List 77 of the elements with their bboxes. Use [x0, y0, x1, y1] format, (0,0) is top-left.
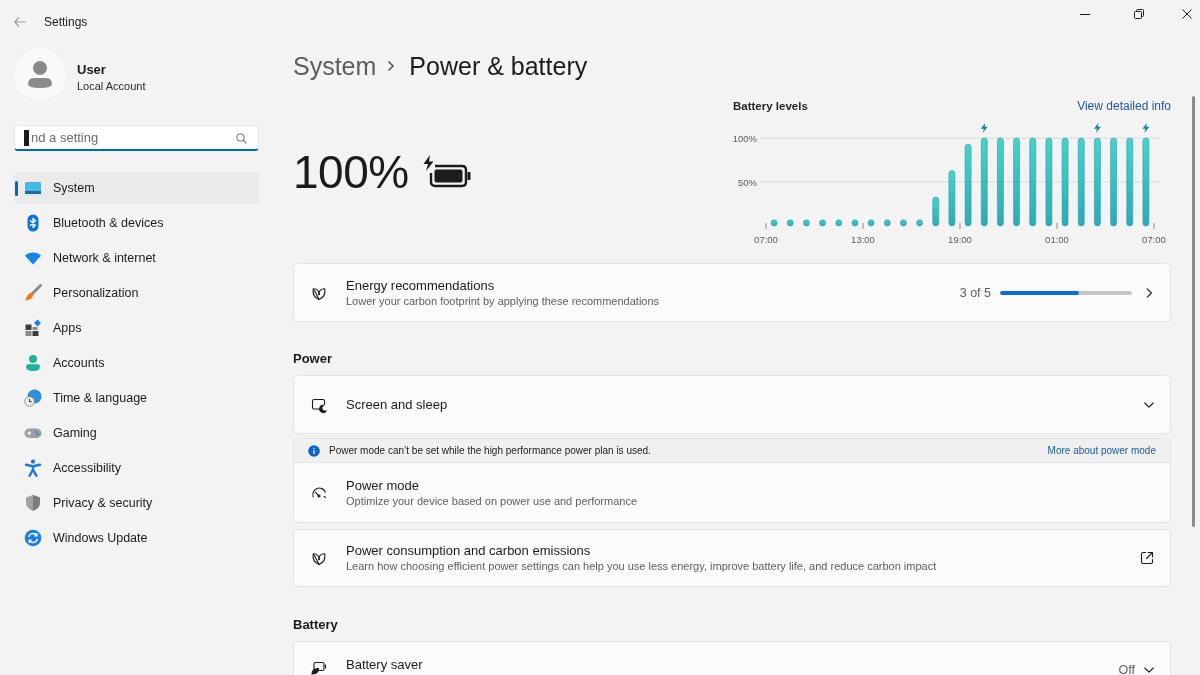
nav-item[interactable]: Network & internet [14, 242, 259, 274]
section-heading: Battery [293, 617, 339, 633]
minimize-icon [1080, 13, 1090, 15]
progress-count: 3 of 5 [959, 285, 991, 300]
monitor-icon [24, 179, 42, 197]
card-title: Power consumption and carbon emissions [346, 542, 592, 559]
axis-tick [1056, 222, 1058, 230]
settings-card[interactable]: Battery saver Off [293, 641, 1171, 675]
leaves-icon [311, 550, 327, 566]
axis-label: 01:00 [1045, 233, 1069, 245]
gauge-icon [311, 484, 327, 501]
monitor-moon-icon [311, 396, 327, 413]
card-title: Screen and sleep [346, 396, 449, 413]
axis-label: 50% [738, 176, 757, 188]
axis-label: 07:00 [754, 233, 778, 245]
nav-item[interactable]: Time & language [14, 382, 259, 414]
external-link-icon [1140, 551, 1154, 565]
chevron-right-icon [387, 60, 396, 72]
back-button[interactable] [12, 14, 28, 30]
nav-item[interactable]: Gaming [14, 417, 259, 449]
axis-label: 19:00 [948, 233, 972, 245]
paintbrush-icon [24, 284, 42, 302]
info-message: Power mode can’t be set while the high performance power plan is used. [329, 445, 652, 456]
card-description: Optimize your device based on power use and performance [346, 493, 639, 509]
section-heading: Power [293, 351, 333, 367]
search-icon [236, 133, 247, 144]
settings-card[interactable]: Power consumption and carbon emissions Learn how choosing efficient power settings can help you use less energy, improve battery life, and reduce carbon impact [293, 529, 1171, 587]
search-field[interactable]: nd a setting [14, 125, 259, 151]
account-type: Local Account [77, 79, 146, 94]
card-title: Battery saver [346, 656, 424, 673]
user-name: User [77, 62, 107, 78]
nav-item[interactable]: Bluetooth & devices [14, 207, 259, 239]
back-arrow-icon [14, 17, 26, 27]
nav-item[interactable]: System [14, 172, 259, 204]
sync-arrows-icon [24, 529, 42, 547]
selection-indicator-icon [15, 181, 18, 196]
person-icon [24, 354, 42, 372]
chevron-right-icon [1144, 287, 1154, 298]
nav-item[interactable]: Accounts [14, 347, 259, 379]
breadcrumb-link[interactable]: System [293, 51, 377, 81]
card-title: Power mode [346, 476, 420, 494]
globe-clock-icon [24, 389, 42, 407]
help-link[interactable]: More about power mode [1047, 445, 1156, 456]
settings-card[interactable]: Screen and sleep [293, 375, 1171, 434]
setting-value: Off [1118, 663, 1135, 675]
axis-label: 13:00 [851, 233, 875, 245]
nav-item[interactable]: Privacy & security [14, 487, 259, 519]
nav-item[interactable]: Personalization [14, 277, 259, 309]
settings-card[interactable]: Energy recommendations Lower your carbon footprint by applying these recommendations 3 of 5 [293, 263, 1171, 322]
axis-tick [959, 222, 961, 230]
close-icon [1182, 9, 1192, 19]
window-title: Settings [44, 15, 88, 29]
axis-tick [1153, 222, 1155, 230]
nav-item[interactable]: Accessibility [14, 452, 259, 484]
card-description: Learn how choosing efficient power settings can help you use less energy, improve battery life, and reduce carbon impact [346, 559, 938, 574]
shield-icon [24, 494, 42, 512]
avatar-icon [14, 48, 66, 100]
scrollbar[interactable] [1192, 96, 1195, 527]
settings-row[interactable]: Power mode Optimize your device based on power use and performance [294, 463, 1170, 522]
battery-percentage: 100% [293, 145, 409, 199]
restore-icon [1134, 9, 1144, 19]
card-title: Energy recommendations [346, 276, 496, 294]
nav-item[interactable]: Apps [14, 312, 259, 344]
detail-link[interactable]: View detailed info [1077, 99, 1171, 113]
card-description: Lower your carbon footprint by applying these recommendations [346, 293, 661, 309]
apps-grid-icon [24, 319, 42, 337]
axis-tick [765, 222, 767, 230]
axis-label: 100% [733, 132, 757, 144]
page-title: Power & battery [409, 51, 588, 81]
axis-tick [862, 222, 864, 230]
info-icon [308, 444, 320, 457]
text-caret [24, 130, 29, 146]
battery-leaf-icon [311, 659, 327, 675]
chart-title: Battery levels [733, 100, 808, 112]
accessibility-icon [24, 459, 42, 477]
axis-label: 07:00 [1142, 233, 1166, 245]
nav-item[interactable]: Windows Update [14, 522, 259, 554]
